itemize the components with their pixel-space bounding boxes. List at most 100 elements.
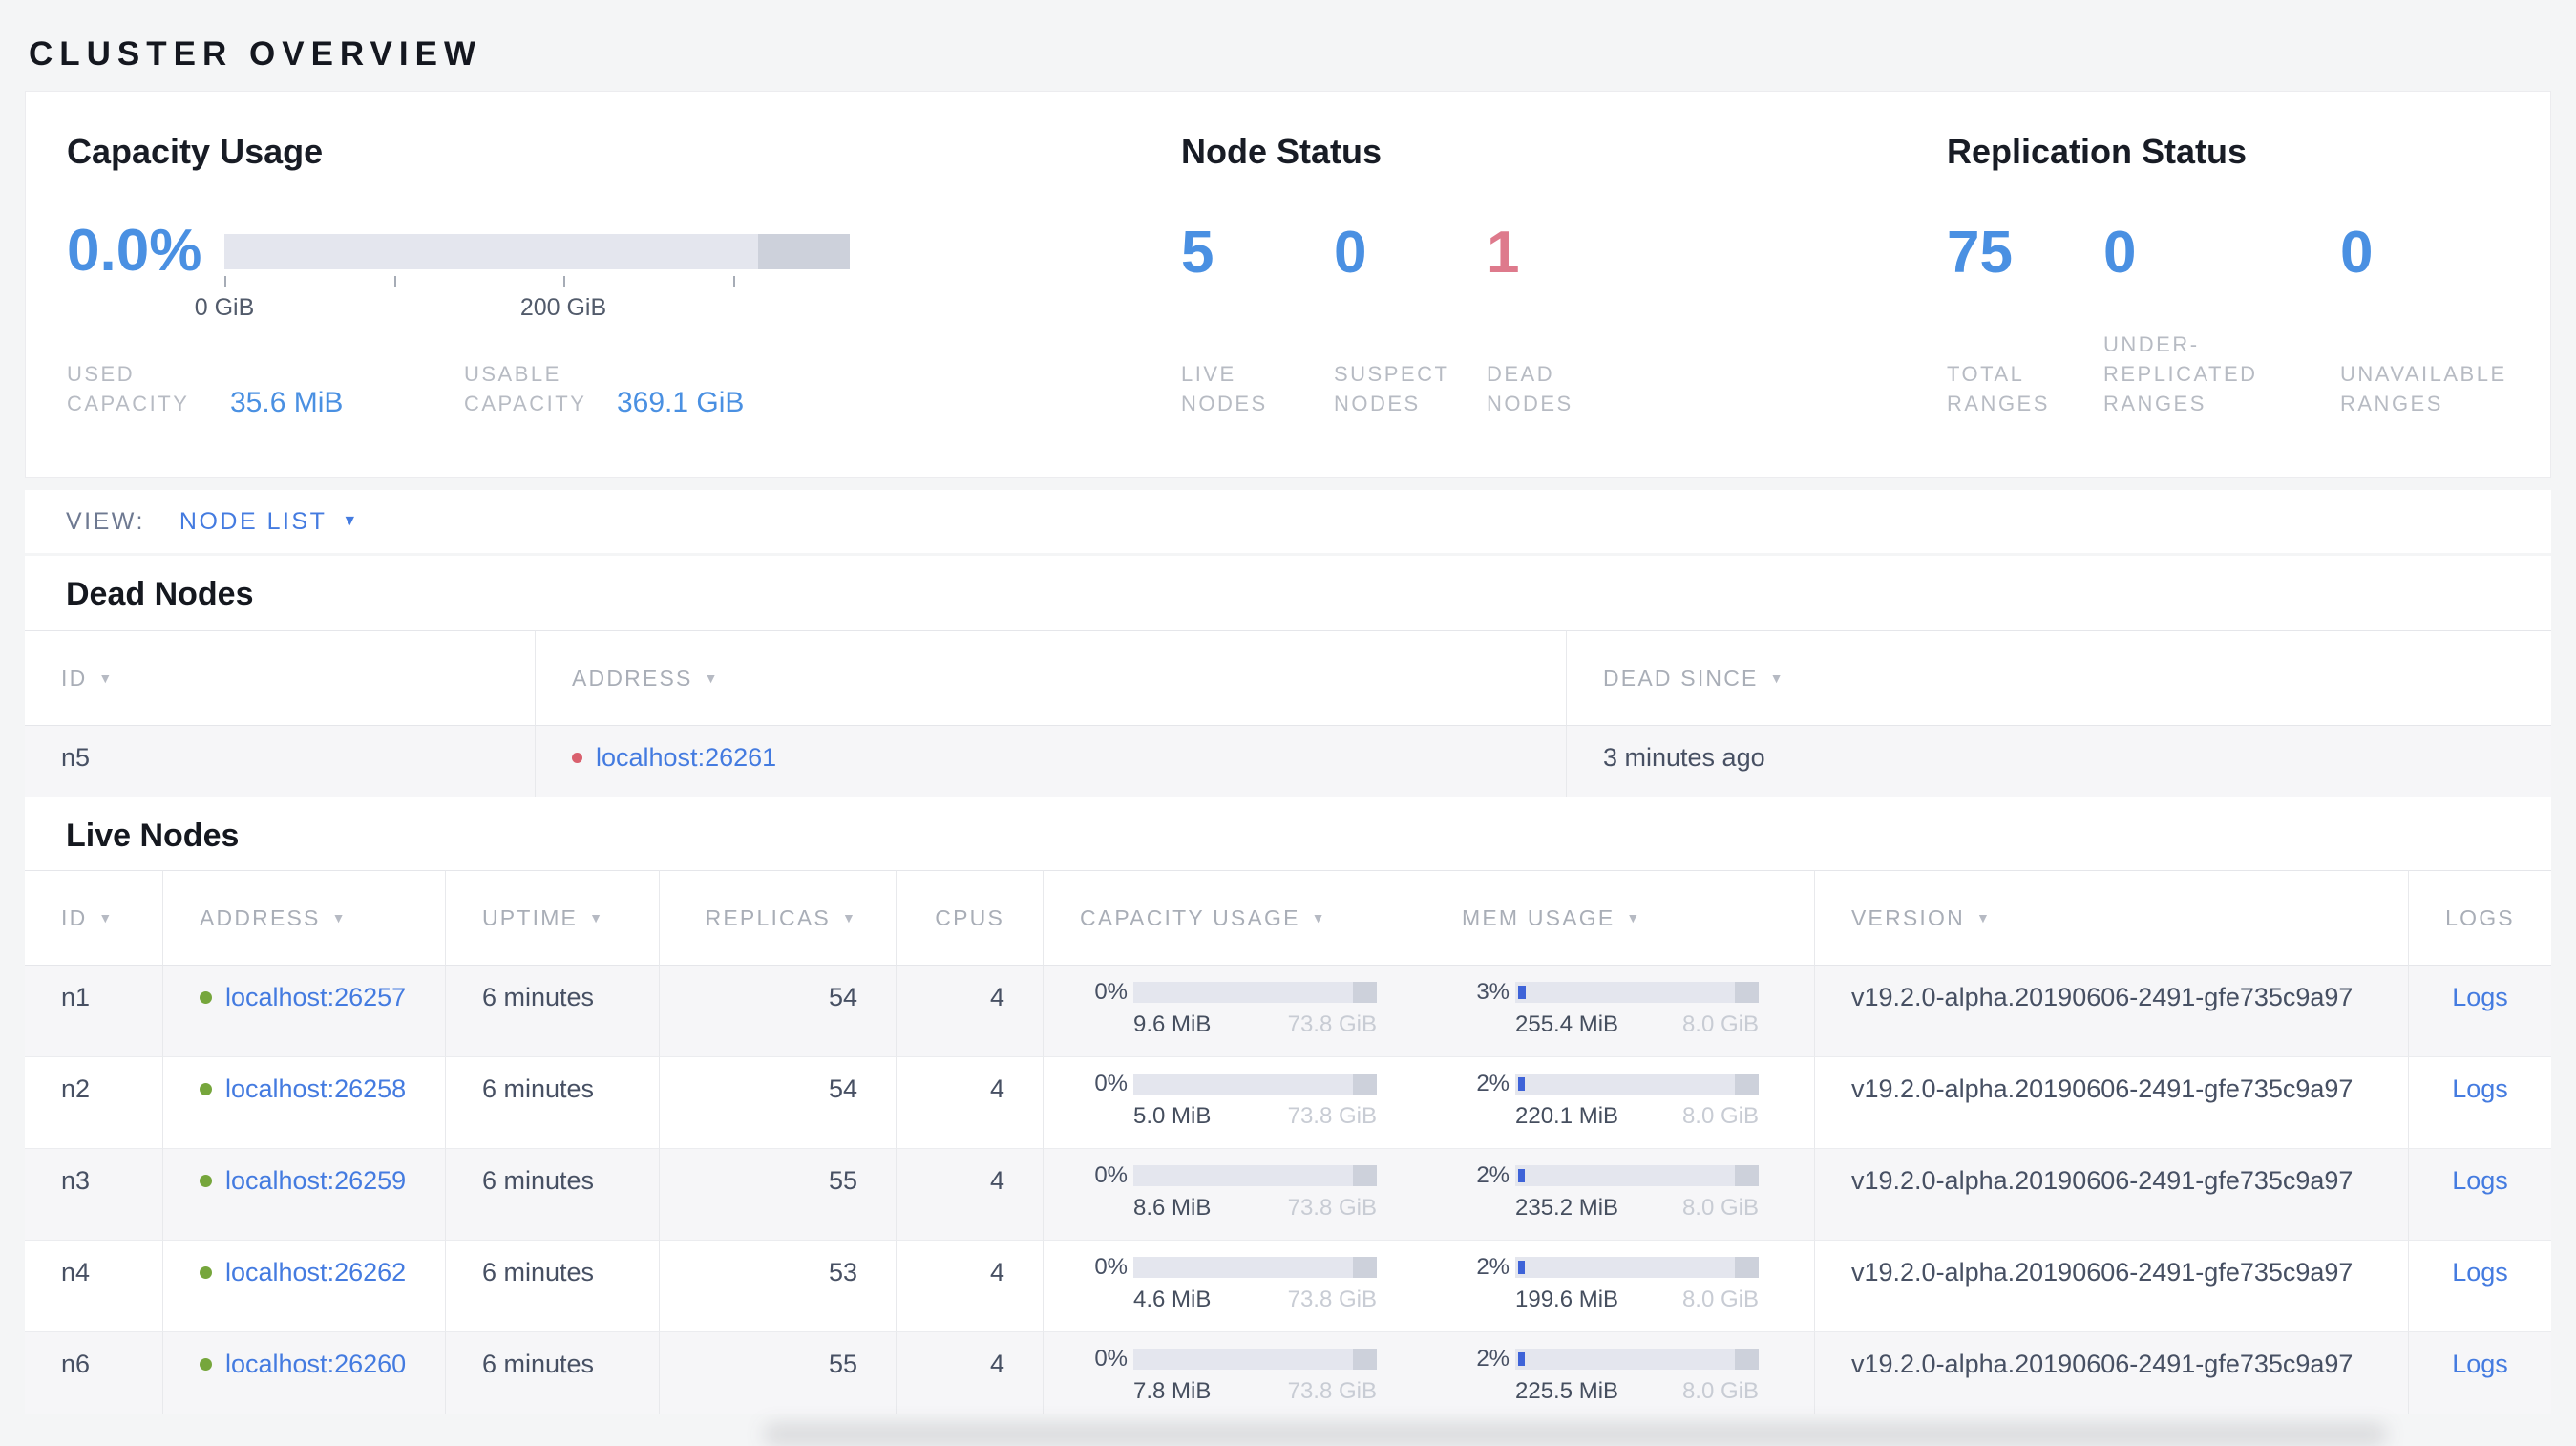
- sort-arrow-icon: ▼: [98, 910, 115, 925]
- live-col-header-cpus-text: CPUS: [935, 904, 1004, 930]
- dead-node-address-link[interactable]: localhost:26261: [596, 739, 776, 776]
- live-node-uptime-cell: 6 minutes: [445, 1332, 659, 1414]
- capacity-total-value: 73.8 GiB: [1287, 1011, 1377, 1037]
- mem-bar-fill: [1518, 1169, 1525, 1182]
- mem-bar-other-segment: [1734, 1349, 1759, 1370]
- capacity-percent: 0%: [1094, 1254, 1128, 1280]
- live-col-header-uptime[interactable]: UPTIME ▼: [445, 870, 659, 966]
- capacity-bar: [1133, 982, 1377, 1003]
- live-node-address-link[interactable]: localhost:26258: [225, 1071, 406, 1107]
- sort-arrow-icon: ▼: [1769, 670, 1785, 686]
- mem-bar-other-segment: [1734, 1165, 1759, 1186]
- cluster-summary-card: Capacity Usage 0.0% 0 GiB 200 GiB USED CA…: [25, 91, 2551, 478]
- dead-col-header-id[interactable]: ID ▼: [25, 630, 535, 726]
- live-node-replicas-cell: 53: [659, 1241, 896, 1332]
- mem-used-value: 220.1 MiB: [1515, 1103, 1619, 1129]
- dead-status-dot-icon: [572, 752, 582, 763]
- live-col-header-replicas[interactable]: REPLICAS ▼: [659, 870, 896, 966]
- capacity-bar-other-segment: [1352, 1074, 1377, 1095]
- capacity-usage-section: Capacity Usage 0.0% 0 GiB 200 GiB USED CA…: [67, 130, 1117, 418]
- live-col-header-capacity-usage-text: CAPACITY USAGE: [1080, 904, 1300, 930]
- live-node-address-link[interactable]: localhost:26260: [225, 1346, 406, 1382]
- live-col-header-replicas-text: REPLICAS: [705, 904, 831, 930]
- replication-stat: 0 UNAVAILABLE RANGES: [2340, 218, 2539, 418]
- mem-percent: 3%: [1476, 979, 1510, 1005]
- live-node-address-link[interactable]: localhost:26259: [225, 1162, 406, 1199]
- capacity-bar: [1133, 1257, 1377, 1278]
- live-status-dot-icon: [200, 1265, 212, 1279]
- mem-bar-fill: [1518, 1077, 1525, 1091]
- mem-bar: [1515, 1349, 1759, 1370]
- live-node-address-link[interactable]: localhost:26257: [225, 979, 406, 1015]
- mem-used-value: 235.2 MiB: [1515, 1195, 1619, 1221]
- mem-total-value: 8.0 GiB: [1681, 1103, 1759, 1129]
- dead-nodes-table: ID ▼ ADDRESS ▼ DEAD SINCE ▼ n5 localhost:26261 3…: [25, 630, 2551, 797]
- live-nodes-title: Live Nodes: [66, 818, 240, 854]
- live-col-header-address[interactable]: ADDRESS ▼: [162, 870, 445, 966]
- logs-link[interactable]: Logs: [2452, 1346, 2508, 1382]
- node-status-stats: 5 LIVE NODES 0 SUSPECT NODES 1 DEAD NODES: [1181, 218, 1888, 418]
- logs-link[interactable]: Logs: [2452, 1254, 2508, 1290]
- capacity-legend-value: 35.6 MiB: [230, 387, 344, 418]
- logs-link[interactable]: Logs: [2452, 979, 2508, 1015]
- live-node-version-cell: v19.2.0-alpha.20190606-2491-gfe735c9a97: [1814, 1332, 2408, 1414]
- live-col-header-capacity-usage[interactable]: CAPACITY USAGE ▼: [1043, 870, 1425, 966]
- live-node-address-cell: localhost:26260: [162, 1332, 445, 1414]
- capacity-bar-other-segment: [1352, 982, 1377, 1003]
- live-status-dot-icon: [200, 1357, 212, 1371]
- live-col-header-version-text: VERSION: [1851, 904, 1965, 930]
- live-node-version: v19.2.0-alpha.20190606-2491-gfe735c9a97: [1851, 1350, 2354, 1378]
- live-col-header-mem-usage[interactable]: MEM USAGE ▼: [1425, 870, 1814, 966]
- live-col-header-version[interactable]: VERSION ▼: [1814, 870, 2408, 966]
- logs-link[interactable]: Logs: [2452, 1162, 2508, 1199]
- live-node-capacity-cell: 0% 8.6 MiB 73.8 GiB: [1043, 1149, 1425, 1241]
- view-bar: VIEW: NODE LIST ▼: [25, 490, 2551, 553]
- live-node-uptime-cell: 6 minutes: [445, 1241, 659, 1332]
- capacity-legend-value: 369.1 GiB: [617, 387, 745, 418]
- capacity-percent: 0%: [1094, 1346, 1128, 1372]
- live-status-dot-icon: [200, 1174, 212, 1187]
- node-status-label: DEAD NODES: [1487, 362, 1573, 415]
- node-status-title: Node Status: [1181, 132, 1383, 171]
- capacity-total-value: 73.8 GiB: [1287, 1378, 1377, 1404]
- logs-link[interactable]: Logs: [2452, 1071, 2508, 1107]
- view-dropdown[interactable]: NODE LIST ▼: [179, 508, 357, 536]
- node-status-label: LIVE NODES: [1181, 362, 1268, 415]
- dead-node-address-cell: localhost:26261: [535, 726, 1566, 797]
- dead-col-header-address[interactable]: ADDRESS ▼: [535, 630, 1566, 726]
- live-node-uptime-cell: 6 minutes: [445, 1057, 659, 1149]
- node-status-value: 1: [1487, 220, 1520, 286]
- mem-total-value: 8.0 GiB: [1681, 1011, 1759, 1037]
- mem-total-value: 8.0 GiB: [1681, 1287, 1759, 1312]
- live-node-cpus-cell: 4: [896, 1149, 1043, 1241]
- live-node-capacity-cell: 0% 5.0 MiB 73.8 GiB: [1043, 1057, 1425, 1149]
- dead-col-header-dead-since[interactable]: DEAD SINCE ▼: [1566, 630, 2551, 726]
- dead-nodes-title: Dead Nodes: [66, 576, 254, 612]
- live-col-header-id[interactable]: ID ▼: [25, 870, 162, 966]
- capacity-bar-other-segment: [757, 233, 850, 269]
- node-status-section: Node Status 5 LIVE NODES 0 SUSPECT NODES 1 DE…: [1181, 130, 1888, 418]
- capacity-legend-item: USABLE CAPACITY 369.1 GiB: [464, 359, 744, 418]
- mem-total-value: 8.0 GiB: [1681, 1378, 1759, 1404]
- view-label: VIEW:: [66, 507, 145, 535]
- dead-col-header-id-text: ID: [61, 665, 88, 691]
- live-node-logs-cell: Logs: [2408, 1241, 2551, 1332]
- sort-arrow-icon: ▼: [841, 910, 857, 925]
- dead-col-header-dead-since-text: DEAD SINCE: [1603, 665, 1759, 691]
- mem-used-value: 199.6 MiB: [1515, 1287, 1619, 1312]
- live-col-header-logs: LOGS: [2408, 870, 2551, 966]
- live-node-id-cell: n6: [25, 1332, 162, 1414]
- live-col-header-mem-usage-text: MEM USAGE: [1462, 904, 1615, 930]
- mem-bar-other-segment: [1734, 1074, 1759, 1095]
- capacity-bar-other-segment: [1352, 1165, 1377, 1186]
- capacity-legend-item: USED CAPACITY 35.6 MiB: [67, 359, 343, 418]
- mem-bar-fill: [1518, 1261, 1525, 1274]
- live-col-header-uptime-text: UPTIME: [482, 904, 579, 930]
- live-node-address: localhost:26262: [200, 1254, 406, 1290]
- live-node-capacity-cell: 0% 4.6 MiB 73.8 GiB: [1043, 1241, 1425, 1332]
- dead-col-header-address-text: ADDRESS: [572, 665, 693, 691]
- live-node-address-link[interactable]: localhost:26262: [225, 1254, 406, 1290]
- mem-bar: [1515, 1165, 1759, 1186]
- node-status-value: 5: [1181, 220, 1214, 286]
- capacity-used-value: 4.6 MiB: [1133, 1287, 1212, 1312]
